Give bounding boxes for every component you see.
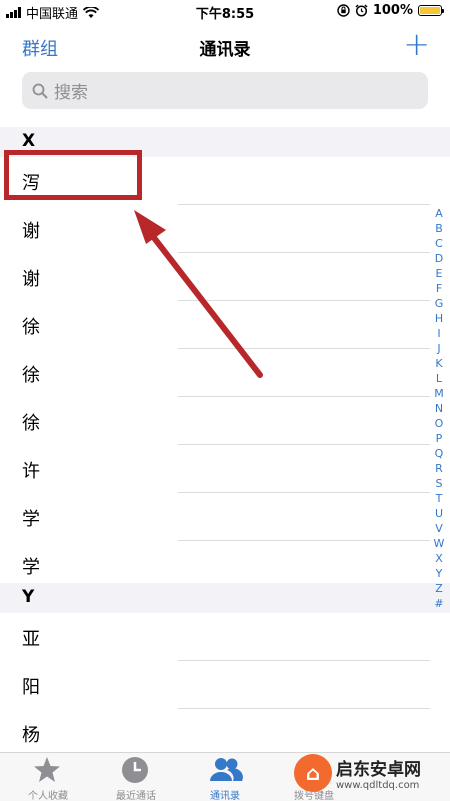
annotation-arrow (134, 210, 263, 378)
watermark-url: www.qdltdq.com (336, 780, 420, 791)
clock-icon (122, 757, 148, 783)
contacts-icon (210, 758, 243, 781)
watermark-logo-icon: ⌂ (294, 754, 332, 792)
tab-contacts[interactable]: 通讯录 (177, 753, 273, 802)
watermark-title: 启东安卓网 (336, 760, 421, 780)
tab-recents[interactable]: 最近通话 (88, 753, 184, 802)
watermark: ⌂ 启东安卓网 www.qdltdq.com (294, 752, 444, 794)
star-icon (34, 757, 60, 782)
tab-favorites[interactable]: 个人收藏 (0, 753, 96, 802)
